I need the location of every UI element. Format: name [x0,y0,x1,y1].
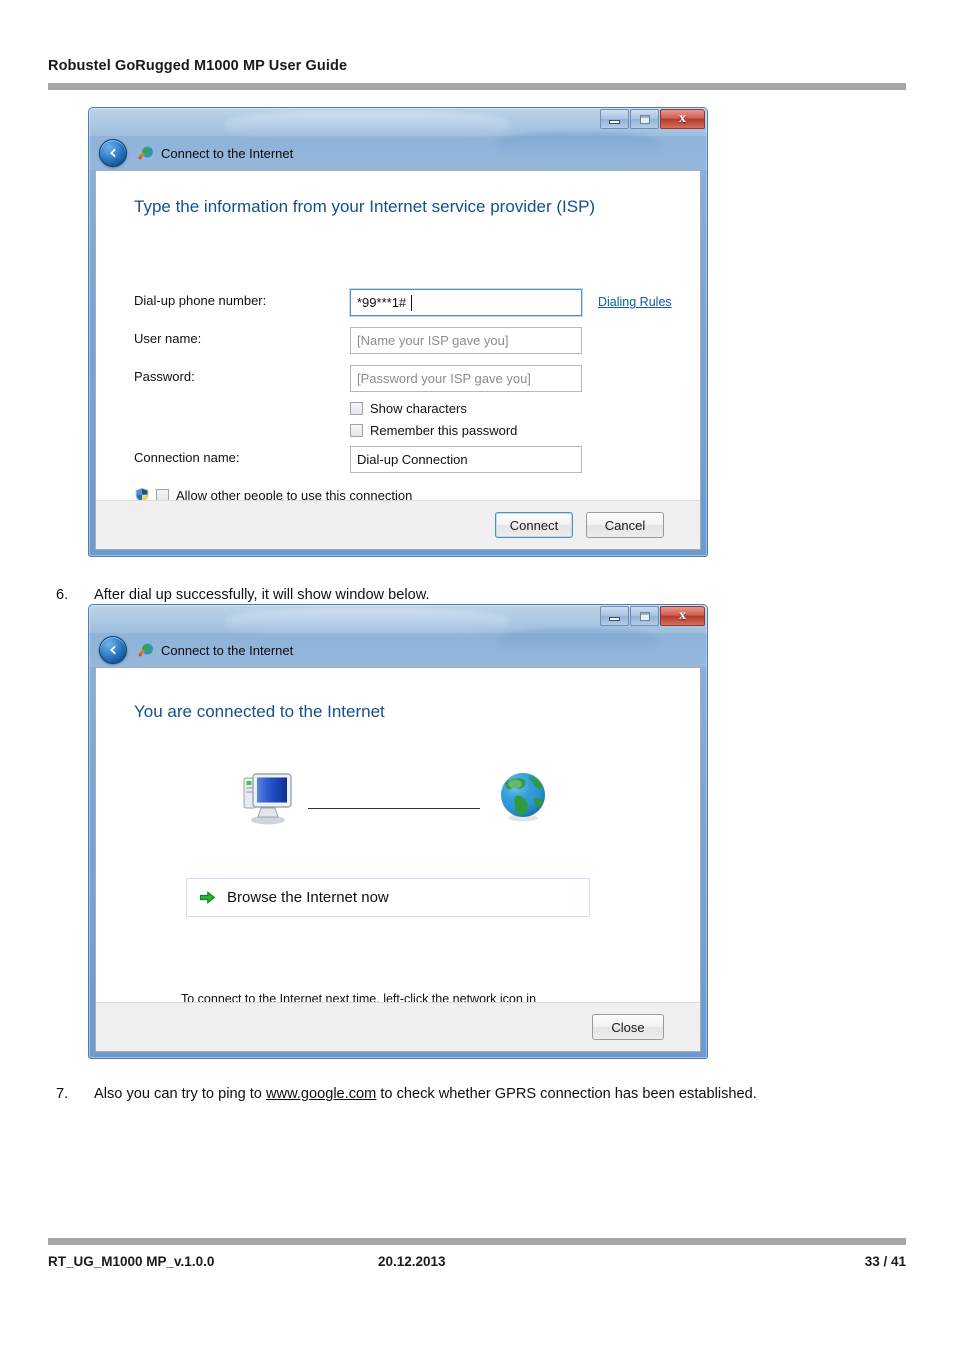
footer-date: 20.12.2013 [378,1254,446,1269]
text-caret [411,295,412,311]
dialog-title: Connect to the Internet [161,642,294,658]
close-icon: x [679,608,686,623]
connection-name-input[interactable] [350,446,582,473]
password-label: Password: [134,369,195,384]
minimize-icon [609,616,620,621]
phone-number-input[interactable] [350,289,582,316]
field-row-phone: Dial-up phone number: Dialing Rules [134,289,680,316]
step-6-number: 6. [56,587,69,603]
footer-doc-id: RT_UG_M1000 MP_v.1.0.0 [48,1254,215,1269]
step-7-number: 7. [56,1086,69,1102]
header-divider [48,83,906,90]
connection-diagram [96,766,700,838]
dialog-footer-bar: Close [96,1002,700,1051]
page-header: Robustel GoRugged M1000 MP User Guide [48,58,906,90]
connect-to-internet-dialog-connected: x Connect to the Internet You are connec… [88,604,708,1059]
field-row-username: User name: [134,327,680,354]
back-arrow-icon [110,148,116,158]
connection-line [308,808,480,809]
show-characters-row[interactable]: Show characters [350,401,467,416]
back-button[interactable] [99,139,127,167]
dialog-body: Type the information from your Internet … [95,170,701,550]
connect-button[interactable]: Connect [495,512,573,538]
dialog-footer-bar: Connect Cancel [96,500,700,549]
back-arrow-icon [110,645,116,655]
dialog-title: Connect to the Internet [161,145,294,161]
dialog-heading: Type the information from your Internet … [134,197,596,216]
minimize-button[interactable] [600,606,629,626]
footer-divider [48,1238,906,1245]
user-name-input[interactable] [350,327,582,354]
close-icon: x [679,111,686,126]
maximize-button[interactable] [630,606,659,626]
footer-row: RT_UG_M1000 MP_v.1.0.0 20.12.2013 33 / 4… [48,1254,906,1269]
remember-password-row[interactable]: Remember this password [350,423,517,438]
close-button[interactable]: x [660,606,705,626]
window-controls: x [599,109,705,130]
step-6: 6. After dial up successfully, it will s… [56,586,756,606]
step-7: 7. Also you can try to ping to www.googl… [56,1085,896,1105]
dialing-rules-link[interactable]: Dialing Rules [598,295,672,309]
world-globe-icon [501,773,545,822]
close-dialog-button[interactable]: Close [592,1014,664,1040]
field-row-connection-name: Connection name: [134,446,680,473]
show-characters-checkbox[interactable] [350,402,363,415]
show-characters-label: Show characters [370,401,467,416]
remember-password-checkbox[interactable] [350,424,363,437]
connection-name-label: Connection name: [134,450,240,465]
connect-to-internet-dialog-isp: x Connect to the Internet Type the infor… [88,107,708,557]
dialog-titlebar: Connect to the Internet [89,136,293,170]
step-7-text: Also you can try to ping to www.google.c… [94,1085,896,1105]
step-6-text: After dial up successfully, it will show… [94,587,430,603]
browse-internet-button[interactable]: Browse the Internet now [186,878,590,917]
google-link[interactable]: www.google.com [266,1086,376,1102]
browse-internet-label: Browse the Internet now [227,889,389,906]
user-name-label: User name: [134,331,202,346]
cancel-button[interactable]: Cancel [586,512,664,538]
titlebar-sheen-secondary [496,132,658,158]
dialog-heading: You are connected to the Internet [134,702,385,721]
dialog-body: You are connected to the Internet Browse… [95,667,701,1052]
remember-password-label: Remember this password [370,423,518,438]
green-arrow-icon [200,891,216,904]
titlebar-sheen-secondary [496,629,658,655]
back-button[interactable] [99,636,127,664]
maximize-icon [639,611,650,621]
maximize-icon [639,114,650,124]
page-footer: RT_UG_M1000 MP_v.1.0.0 20.12.2013 33 / 4… [48,1238,906,1269]
minimize-icon [609,119,620,124]
password-input[interactable] [350,365,582,392]
maximize-button[interactable] [630,109,659,129]
minimize-button[interactable] [600,109,629,129]
step-7-text-after: to check whether GPRS connection has bee… [376,1086,757,1102]
window-controls: x [599,606,705,627]
phone-number-label: Dial-up phone number: [134,293,267,308]
field-row-password: Password: [134,365,680,392]
dialog-titlebar: Connect to the Internet [89,633,293,667]
network-globe-icon [138,146,153,160]
footer-page-number: 33 / 41 [864,1254,906,1269]
step-7-text-before: Also you can try to ping to [94,1086,266,1102]
document-header-title: Robustel GoRugged M1000 MP User Guide [48,58,348,74]
network-globe-icon [138,643,153,657]
computer-monitor-icon [243,773,292,825]
close-button[interactable]: x [660,109,705,129]
